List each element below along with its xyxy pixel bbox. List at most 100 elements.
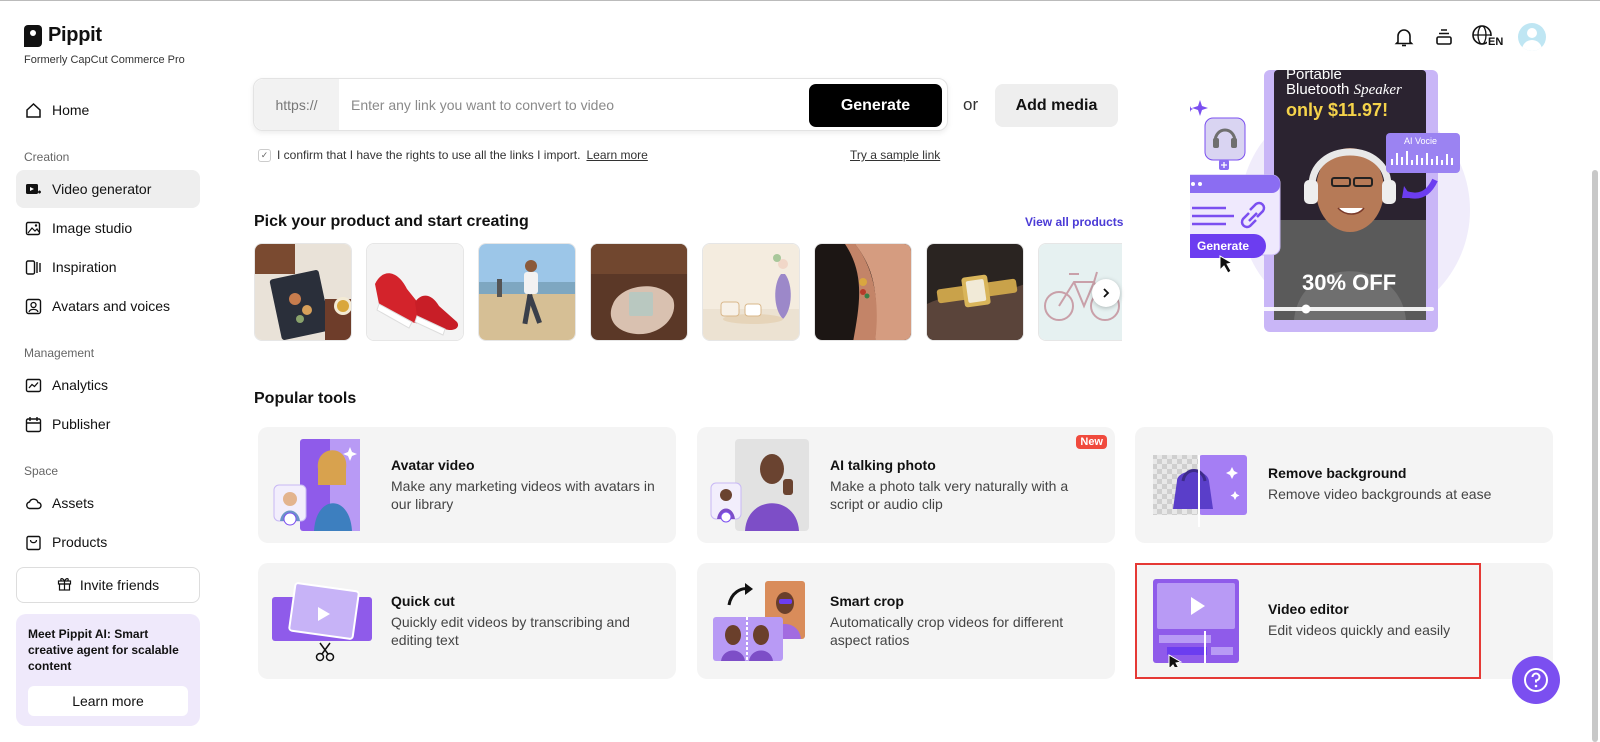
sidebar-item-inspiration[interactable]: Inspiration <box>16 248 200 286</box>
smart-crop-thumbnail <box>709 575 819 667</box>
sidebar-item-home[interactable]: Home <box>16 91 200 129</box>
products-title: Pick your product and start creating <box>254 213 529 230</box>
sidebar-item-analytics[interactable]: Analytics <box>16 366 200 404</box>
products-next-button[interactable] <box>1092 279 1120 307</box>
section-label-space: Space <box>24 464 59 478</box>
sidebar: Pippit Formerly CapCut Commerce Pro Home… <box>0 0 215 742</box>
sidebar-item-label: Assets <box>52 495 95 511</box>
layers-icon[interactable] <box>1431 24 1457 50</box>
remove-background-thumbnail <box>1147 439 1257 531</box>
sidebar-item-video-generator[interactable]: Video generator <box>16 170 200 208</box>
bag-icon <box>25 534 42 551</box>
popular-tools-title: Popular tools <box>254 390 357 407</box>
user-avatar[interactable] <box>1518 23 1546 51</box>
tool-description: Automatically crop videos for different … <box>830 614 1064 648</box>
new-badge: New <box>1076 435 1107 449</box>
try-sample-link[interactable]: Try a sample link <box>850 148 940 162</box>
section-label-management: Management <box>24 346 95 360</box>
hero-illustration: Portable Bluetooth Speaker only $11.97! … <box>1190 66 1500 350</box>
confirm-checkbox[interactable]: ✓ <box>258 148 271 162</box>
tool-title: Smart crop <box>830 593 904 609</box>
inspiration-icon <box>25 259 42 276</box>
product-thumb-beach[interactable] <box>478 243 576 341</box>
question-icon <box>1524 668 1548 692</box>
product-thumb-candle[interactable] <box>702 243 800 341</box>
tool-title: Quick cut <box>391 593 455 609</box>
section-label-creation: Creation <box>24 150 70 164</box>
tool-description: Make any marketing videos with avatars i… <box>391 478 655 512</box>
view-all-products-link[interactable]: View all products <box>1025 215 1123 229</box>
invite-friends-label: Invite friends <box>79 577 160 593</box>
tool-title: Avatar video <box>391 457 475 473</box>
tool-card-ai-talking-photo[interactable]: New AI talking photo Make a photo talk v… <box>697 427 1115 543</box>
tool-description: Quickly edit videos by transcribing and … <box>391 614 630 648</box>
home-icon <box>25 102 42 119</box>
help-button[interactable] <box>1512 656 1560 704</box>
learn-more-button[interactable]: Learn more <box>28 686 188 716</box>
sidebar-item-label: Image studio <box>52 220 133 236</box>
product-thumb-soap[interactable] <box>590 243 688 341</box>
page-scrollbar[interactable] <box>1592 170 1598 742</box>
gift-icon <box>57 576 72 594</box>
calendar-icon <box>25 416 42 433</box>
window-top-border <box>0 0 1600 1</box>
generate-button[interactable]: Generate <box>809 84 942 127</box>
analytics-icon <box>25 377 42 394</box>
hero-ai-voice-badge: AI Vocie <box>1404 136 1438 146</box>
app-name: Pippit <box>48 24 102 46</box>
promo-card: Meet Pippit AI: Smart creative agent for… <box>16 614 200 726</box>
learn-more-link[interactable]: Learn more <box>586 148 647 162</box>
app-subtitle: Formerly CapCut Commerce Pro <box>24 54 185 66</box>
sidebar-item-avatars-voices[interactable]: Avatars and voices <box>16 287 200 325</box>
app-logo[interactable]: Pippit <box>24 24 102 47</box>
sidebar-item-label: Inspiration <box>52 259 117 275</box>
video-generator-icon <box>25 181 42 198</box>
url-input[interactable] <box>351 91 791 118</box>
tool-card-remove-background[interactable]: Remove background Remove video backgroun… <box>1135 427 1553 543</box>
quick-cut-thumbnail <box>270 575 380 667</box>
sidebar-item-label: Avatars and voices <box>52 298 171 314</box>
ai-talking-photo-thumbnail <box>709 439 819 531</box>
tool-title: AI talking photo <box>830 457 936 473</box>
hero-title-italic: Speaker <box>1353 82 1402 98</box>
sidebar-item-products[interactable]: Products <box>16 523 200 561</box>
tool-title: Remove background <box>1268 465 1407 481</box>
sidebar-item-assets[interactable]: Assets <box>16 484 200 522</box>
cloud-icon <box>25 495 42 512</box>
chevron-right-icon <box>1103 288 1110 298</box>
sidebar-item-label: Analytics <box>52 377 109 393</box>
bell-icon[interactable] <box>1391 24 1417 50</box>
sidebar-item-label: Video generator <box>52 181 152 197</box>
sidebar-item-image-studio[interactable]: Image studio <box>16 209 200 247</box>
product-thumb-notebook[interactable] <box>254 243 352 341</box>
sidebar-item-label: Home <box>52 102 90 118</box>
pippit-logo-icon <box>24 24 42 47</box>
tool-description: Remove video backgrounds at ease <box>1268 486 1492 502</box>
avatar-icon <box>25 298 42 315</box>
add-media-button[interactable]: Add media <box>995 84 1118 127</box>
hero-discount: 30% OFF <box>1302 270 1397 295</box>
hero-price: only $11.97! <box>1286 100 1389 120</box>
url-prefix: https:// <box>254 79 339 130</box>
url-bar: https:// Generate <box>253 78 948 131</box>
product-thumb-earring[interactable] <box>814 243 912 341</box>
tool-card-quick-cut[interactable]: Quick cut Quickly edit videos by transcr… <box>258 563 676 679</box>
avatar-video-thumbnail <box>270 439 380 531</box>
language-selector[interactable]: EN <box>1471 24 1505 50</box>
confirm-text: I confirm that I have the rights to use … <box>277 148 581 162</box>
rights-confirmation: ✓ I confirm that I have the rights to us… <box>258 148 648 162</box>
or-separator: or <box>963 95 979 114</box>
video-editor-highlight-box <box>1135 563 1481 679</box>
sidebar-item-label: Publisher <box>52 416 111 432</box>
product-thumb-watch[interactable] <box>926 243 1024 341</box>
invite-friends-button[interactable]: Invite friends <box>16 567 200 603</box>
product-thumb-sneakers[interactable] <box>366 243 464 341</box>
sidebar-item-publisher[interactable]: Publisher <box>16 405 200 443</box>
tool-card-avatar-video[interactable]: Avatar video Make any marketing videos w… <box>258 427 676 543</box>
hero-title-line2-text: Bluetooth <box>1286 81 1350 98</box>
tool-description: Make a photo talk very naturally with a … <box>830 478 1069 512</box>
image-studio-icon <box>25 220 42 237</box>
tool-card-smart-crop[interactable]: Smart crop Automatically crop videos for… <box>697 563 1115 679</box>
hero-title-line2: Bluetooth Speaker <box>1286 81 1402 99</box>
language-code: EN <box>1487 36 1505 48</box>
